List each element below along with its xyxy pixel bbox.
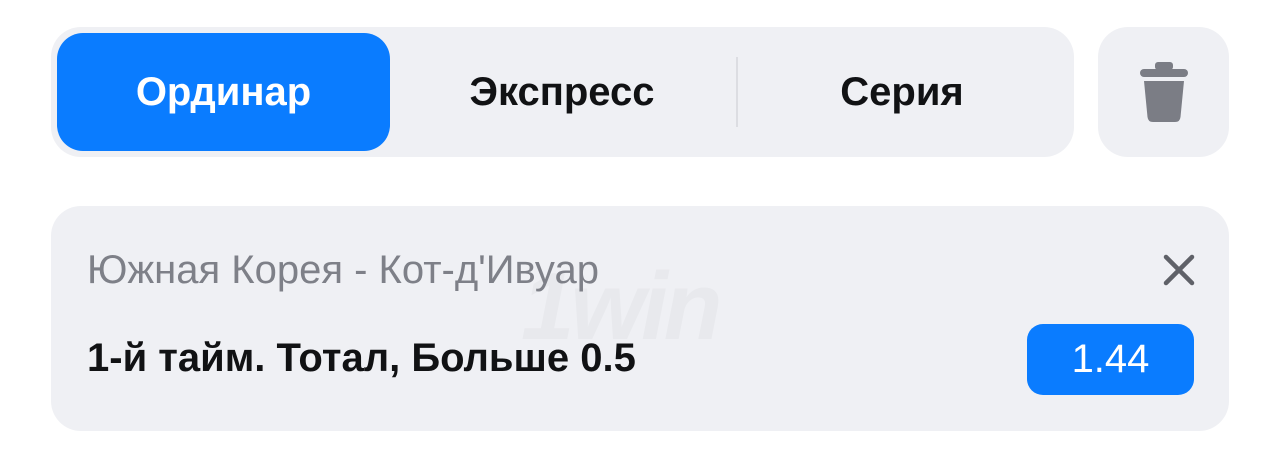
bet-type-switcher: Ординар Экспресс Серия xyxy=(51,27,1074,157)
tab-ordinar[interactable]: Ординар xyxy=(57,33,390,151)
odds-badge[interactable]: 1.44 xyxy=(1027,324,1194,395)
clear-all-button[interactable] xyxy=(1098,27,1229,157)
bet-slip: Ординар Экспресс Серия 1win Южная Корея … xyxy=(0,0,1280,459)
match-title: Южная Корея - Кот-д'Ивуар xyxy=(87,248,599,292)
tab-express[interactable]: Экспресс xyxy=(396,33,728,151)
bet-market: 1-й тайм. Тотал, Больше 0.5 xyxy=(87,336,636,380)
tab-series[interactable]: Серия xyxy=(736,33,1068,151)
bet-card: 1win Южная Корея - Кот-д'Ивуар 1-й тайм.… xyxy=(51,206,1229,431)
remove-bet-button[interactable] xyxy=(1157,248,1201,292)
trash-icon xyxy=(1139,62,1188,122)
close-icon xyxy=(1163,254,1195,286)
